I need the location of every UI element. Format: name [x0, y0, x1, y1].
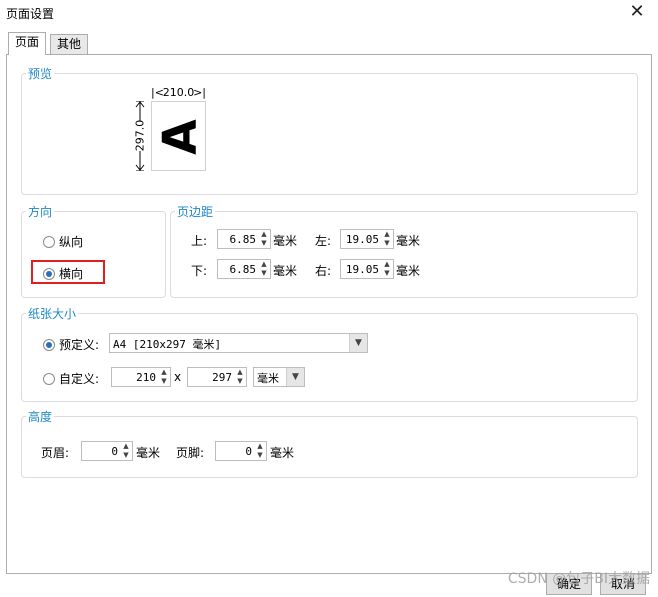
custom-width-input[interactable] [112, 368, 158, 386]
footer-height-unit: 毫米 [270, 446, 295, 460]
predefined-radio[interactable] [43, 338, 55, 351]
margin-top-spinner[interactable]: ▲▼ [217, 229, 271, 249]
header-height-unit: 毫米 [136, 446, 161, 460]
arrow-right-icon: >| [193, 86, 206, 99]
spin-down-icon[interactable]: ▼ [381, 239, 393, 248]
spin-down-icon[interactable]: ▼ [381, 269, 393, 278]
margin-bottom-label: 下: [191, 264, 208, 278]
width-dimension-value: 210.0 [162, 86, 195, 99]
orientation-legend: 方向 [28, 205, 53, 219]
spin-down-icon[interactable]: ▼ [120, 451, 132, 460]
paper-size-legend: 纸张大小 [28, 307, 77, 321]
cancel-button[interactable]: 取消 [600, 573, 646, 595]
margins-group: 页边距 [170, 203, 638, 298]
header-height-spinner[interactable]: ▲▼ [81, 441, 133, 461]
margin-right-unit: 毫米 [396, 264, 421, 278]
spin-up-icon[interactable]: ▲ [158, 368, 170, 377]
margin-right-label: 右: [315, 264, 332, 278]
header-height-label: 页眉: [41, 446, 70, 460]
spin-down-icon[interactable]: ▼ [158, 377, 170, 386]
width-dimension: |< 210.0 >| [151, 87, 206, 99]
margin-right-spinner[interactable]: ▲▼ [340, 259, 394, 279]
portrait-option[interactable]: 纵向 [43, 233, 83, 250]
title-bar: 页面设置 ✕ [0, 0, 658, 28]
ok-button[interactable]: 确定 [546, 573, 592, 595]
margin-left-label: 左: [315, 234, 332, 248]
spin-up-icon[interactable]: ▲ [120, 442, 132, 451]
custom-height-input[interactable] [188, 368, 234, 386]
predefined-option[interactable]: 预定义: [43, 336, 99, 353]
spin-down-icon[interactable]: ▼ [258, 269, 270, 278]
footer-height-spinner[interactable]: ▲▼ [215, 441, 267, 461]
height-legend: 高度 [28, 410, 53, 424]
chevron-down-icon[interactable]: ▼ [349, 334, 367, 352]
landscape-label: 横向 [59, 267, 84, 281]
chevron-down-icon[interactable]: ▼ [286, 368, 304, 386]
margin-top-input[interactable] [218, 230, 258, 248]
close-icon[interactable]: ✕ [626, 2, 648, 24]
margins-legend: 页边距 [177, 205, 214, 219]
arrow-left-icon: |< [151, 86, 164, 99]
custom-label: 自定义: [59, 372, 100, 386]
preview-letter: A [152, 119, 207, 155]
margin-left-input[interactable] [341, 230, 381, 248]
margin-right-input[interactable] [341, 260, 381, 278]
margin-bottom-spinner[interactable]: ▲▼ [217, 259, 271, 279]
tab-page-panel: 预览 |< 210.0 >| 297.0 A 方向 纵向 横向 页边距 上: 6… [6, 54, 652, 574]
spin-up-icon[interactable]: ▲ [258, 260, 270, 269]
margin-bottom-unit: 毫米 [273, 264, 298, 278]
footer-height-input[interactable] [216, 442, 254, 460]
margin-top-label: 上: [191, 234, 208, 248]
times-symbol: x [174, 370, 182, 384]
predefined-size-select[interactable]: A4 [210x297 毫米] ▼ [109, 333, 368, 353]
spin-down-icon[interactable]: ▼ [254, 451, 266, 460]
paper-size-group: 纸张大小 [21, 305, 638, 402]
landscape-radio[interactable] [43, 267, 55, 280]
custom-radio[interactable] [43, 372, 55, 385]
footer-height-label: 页脚: [176, 446, 205, 460]
custom-width-spinner[interactable]: ▲▼ [111, 367, 171, 387]
paper-preview: A [151, 101, 207, 171]
predefined-label: 预定义: [59, 338, 100, 352]
portrait-radio[interactable] [43, 235, 55, 248]
custom-option[interactable]: 自定义: [43, 370, 99, 387]
spin-down-icon[interactable]: ▼ [258, 239, 270, 248]
custom-height-spinner[interactable]: ▲▼ [187, 367, 247, 387]
window-title: 页面设置 [6, 7, 55, 21]
preview-legend: 预览 [28, 67, 53, 81]
spin-up-icon[interactable]: ▲ [381, 230, 393, 239]
tab-other[interactable]: 其他 [50, 34, 89, 54]
unit-select[interactable]: 毫米 ▼ [253, 367, 305, 387]
margin-bottom-input[interactable] [218, 260, 258, 278]
spin-up-icon[interactable]: ▲ [234, 368, 246, 377]
preview-group: 预览 [21, 65, 638, 195]
portrait-label: 纵向 [59, 235, 84, 249]
margin-top-unit: 毫米 [273, 234, 298, 248]
spin-up-icon[interactable]: ▲ [258, 230, 270, 239]
predefined-size-value: A4 [210x297 毫米] [113, 338, 222, 351]
spin-up-icon[interactable]: ▲ [254, 442, 266, 451]
header-height-input[interactable] [82, 442, 120, 460]
tab-page[interactable]: 页面 [8, 32, 47, 55]
spin-up-icon[interactable]: ▲ [381, 260, 393, 269]
margin-left-spinner[interactable]: ▲▼ [340, 229, 394, 249]
margin-left-unit: 毫米 [396, 234, 421, 248]
landscape-option[interactable]: 横向 [43, 265, 83, 282]
unit-select-value: 毫米 [257, 372, 279, 385]
spin-down-icon[interactable]: ▼ [234, 377, 246, 386]
